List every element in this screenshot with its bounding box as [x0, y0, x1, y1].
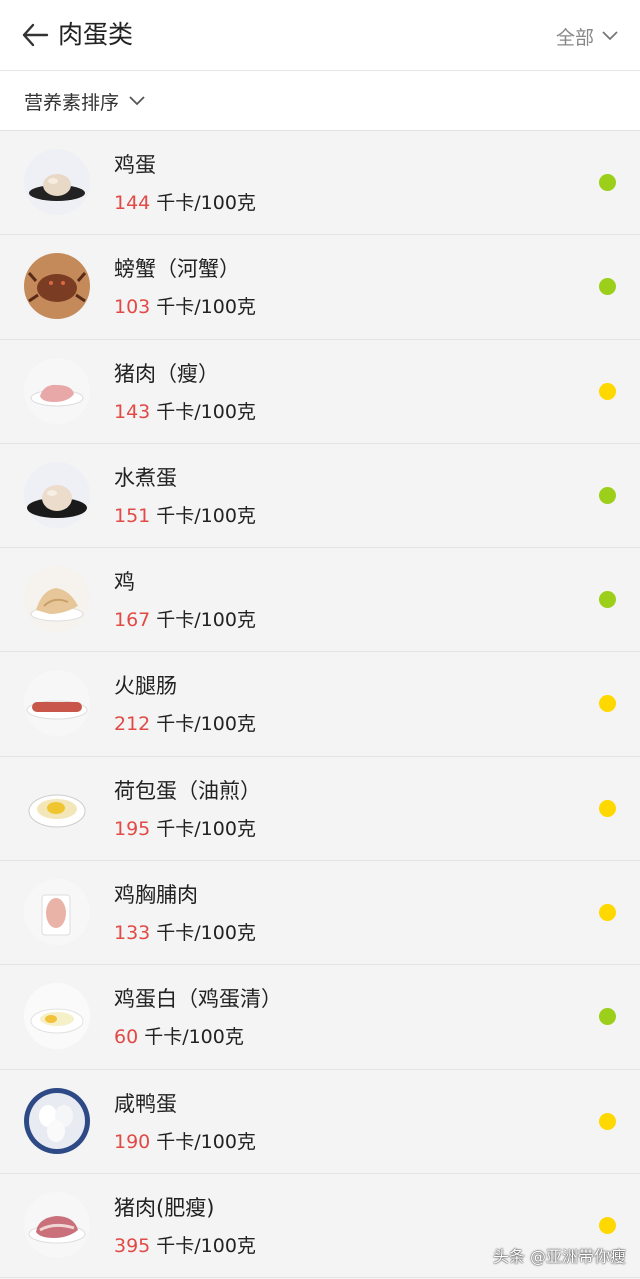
crab-icon — [24, 253, 90, 320]
health-indicator-dot — [599, 904, 616, 922]
health-indicator-dot — [599, 799, 616, 817]
food-list: 鸡蛋 144 千卡/100克 螃蟹（河蟹） 103 千卡/100克 猪肉（瘦） 143 千卡/1… — [0, 131, 640, 1279]
food-list-item[interactable]: 螃蟹（河蟹） 103 千卡/100克 — [0, 235, 640, 340]
pork-fat-lean-icon — [24, 1191, 90, 1258]
calorie-unit: 千卡/100克 — [156, 400, 256, 423]
page-title: 肉蛋类 — [58, 20, 134, 49]
calorie-value: 190 — [114, 1130, 151, 1153]
egg-on-plate-icon — [24, 149, 90, 215]
health-indicator-dot — [599, 174, 616, 191]
food-list-item[interactable]: 鸡胸脯肉 133 千卡/100克 — [0, 861, 640, 966]
calorie-unit: 千卡/100克 — [144, 1026, 244, 1049]
food-name: 火腿肠 — [114, 674, 177, 699]
health-indicator-dot — [599, 1216, 616, 1234]
food-calories: 190 千卡/100克 — [114, 1128, 256, 1156]
calorie-unit: 千卡/100克 — [156, 296, 256, 319]
food-list-item[interactable]: 荷包蛋（油煎） 195 千卡/100克 — [0, 756, 640, 862]
food-calories: 60 千卡/100克 — [114, 1023, 244, 1051]
back-arrow-icon[interactable] — [20, 20, 50, 50]
health-indicator-dot — [599, 591, 616, 609]
calorie-value: 60 — [114, 1026, 139, 1049]
food-calories: 212 千卡/100克 — [114, 710, 256, 738]
food-name: 鸡胸脯肉 — [114, 883, 198, 908]
chicken-breast-icon — [24, 879, 90, 946]
calorie-value: 143 — [114, 400, 151, 423]
food-list-item[interactable]: 鸡蛋 144 千卡/100克 — [0, 131, 640, 236]
calorie-unit: 千卡/100克 — [156, 504, 256, 527]
food-name: 猪肉(肥瘦) — [114, 1195, 215, 1220]
calorie-value: 195 — [114, 817, 151, 840]
food-name: 水煮蛋 — [114, 465, 177, 490]
calorie-unit: 千卡/100克 — [156, 713, 256, 736]
sort-bar: 营养素排序 — [0, 71, 640, 131]
food-calories: 133 千卡/100克 — [114, 919, 256, 947]
chevron-down-icon — [129, 96, 145, 106]
egg-white-icon — [24, 983, 90, 1050]
food-calories: 143 千卡/100克 — [114, 398, 256, 426]
food-calories: 395 千卡/100克 — [114, 1232, 256, 1260]
food-list-item[interactable]: 水煮蛋 151 千卡/100克 — [0, 443, 640, 549]
calorie-value: 212 — [114, 713, 151, 736]
food-calories: 167 千卡/100克 — [114, 606, 256, 634]
health-indicator-dot — [599, 486, 616, 504]
food-name: 鸡蛋 — [114, 153, 156, 177]
food-name: 螃蟹（河蟹） — [114, 257, 240, 282]
health-indicator-dot — [599, 695, 616, 713]
food-calories: 195 千卡/100克 — [114, 815, 256, 843]
calorie-value: 167 — [114, 609, 151, 632]
food-name: 鸡蛋白（鸡蛋清） — [114, 987, 282, 1012]
calorie-unit: 千卡/100克 — [156, 1130, 256, 1153]
chicken-icon — [24, 566, 90, 633]
calorie-value: 151 — [114, 504, 151, 527]
food-list-item[interactable]: 鸡 167 千卡/100克 — [0, 548, 640, 653]
food-name: 荷包蛋（油煎） — [114, 778, 261, 803]
food-calories: 151 千卡/100克 — [114, 502, 256, 530]
calorie-unit: 千卡/100克 — [156, 609, 256, 632]
food-list-item[interactable]: 火腿肠 212 千卡/100克 — [0, 652, 640, 757]
watermark: 头条 @亚洲带你瘦 — [492, 1247, 626, 1266]
health-indicator-dot — [599, 1008, 616, 1026]
calorie-unit: 千卡/100克 — [156, 1234, 256, 1257]
sort-label: 营养素排序 — [24, 91, 120, 114]
calorie-unit: 千卡/100克 — [156, 817, 256, 840]
calorie-value: 133 — [114, 922, 151, 945]
health-indicator-dot — [599, 278, 616, 296]
chevron-down-icon — [602, 31, 618, 41]
food-name: 咸鸭蛋 — [114, 1091, 177, 1116]
food-calories: 103 千卡/100克 — [114, 293, 256, 321]
calorie-value: 103 — [114, 296, 151, 319]
calorie-value: 144 — [114, 192, 151, 214]
food-calories: 144 千卡/100克 — [114, 189, 256, 217]
ham-sausage-icon — [24, 670, 90, 737]
filter-label: 全部 — [555, 26, 594, 49]
boiled-egg-icon — [24, 461, 90, 528]
salted-duck-eggs-icon — [24, 1087, 90, 1154]
food-name: 鸡 — [114, 570, 135, 595]
lean-pork-icon — [24, 357, 90, 424]
health-indicator-dot — [599, 382, 616, 400]
calorie-unit: 千卡/100克 — [156, 922, 256, 945]
health-indicator-dot — [599, 1112, 616, 1130]
food-list-item[interactable]: 咸鸭蛋 190 千卡/100克 — [0, 1069, 640, 1174]
fried-egg-icon — [24, 774, 90, 841]
food-list-item[interactable]: 鸡蛋白（鸡蛋清） 60 千卡/100克 — [0, 965, 640, 1070]
food-name: 猪肉（瘦） — [114, 361, 219, 386]
category-filter-dropdown[interactable]: 全部 — [556, 20, 618, 52]
calorie-unit: 千卡/100克 — [156, 192, 256, 214]
nutrient-sort-dropdown[interactable]: 营养素排序 — [24, 85, 145, 117]
food-list-item[interactable]: 猪肉（瘦） 143 千卡/100克 — [0, 339, 640, 444]
top-bar: 肉蛋类 全部 — [0, 0, 640, 71]
calorie-value: 395 — [114, 1234, 151, 1257]
